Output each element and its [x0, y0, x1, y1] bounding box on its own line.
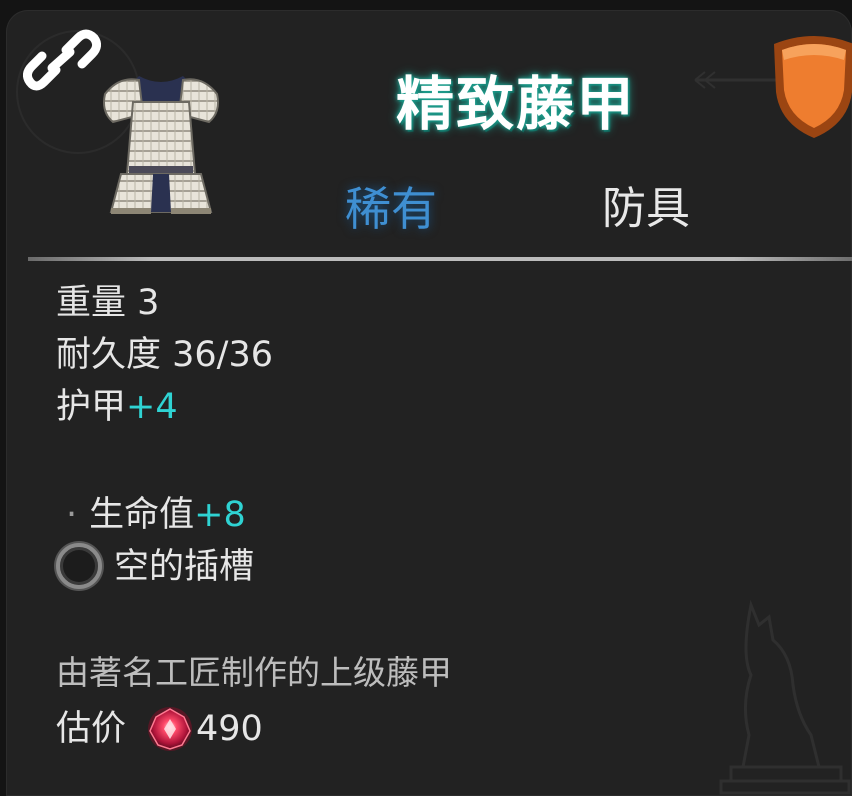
empty-socket-icon: [56, 543, 102, 589]
header-divider: [28, 257, 852, 261]
chain-link-icon[interactable]: [22, 26, 102, 98]
lamellar-armor-icon: [103, 76, 219, 214]
armor-stat-value: +4: [126, 387, 178, 427]
armor-stat: 护甲+4: [56, 382, 178, 432]
price-label: 估价: [56, 709, 127, 749]
red-gem-icon: [148, 707, 192, 751]
item-tooltip-panel: 精致藤甲 稀有 防具 重量 3 耐久度 36/36 护甲+4 · 生命值+8 空的…: [6, 10, 852, 796]
empty-socket-label: 空的插槽: [114, 547, 255, 587]
hp-bonus-label: 生命值: [89, 495, 195, 535]
hp-bonus-stat: · 生命值+8: [66, 490, 246, 540]
cat-statue-watermark-icon: [719, 599, 851, 795]
bullet-point: ·: [66, 495, 78, 535]
rarity-label: 稀有: [345, 182, 437, 236]
category-label: 防具: [602, 183, 690, 234]
orange-shield-icon: [774, 36, 852, 138]
price-value: 490: [196, 709, 263, 749]
hp-bonus-value: +8: [194, 495, 246, 535]
item-name-title: 精致藤甲: [395, 70, 636, 138]
durability-stat: 耐久度 36/36: [56, 335, 273, 375]
weight-stat: 重量 3: [56, 283, 160, 323]
item-description: 由著名工匠制作的上级藤甲: [56, 653, 452, 692]
armor-stat-label: 护甲: [56, 387, 127, 427]
